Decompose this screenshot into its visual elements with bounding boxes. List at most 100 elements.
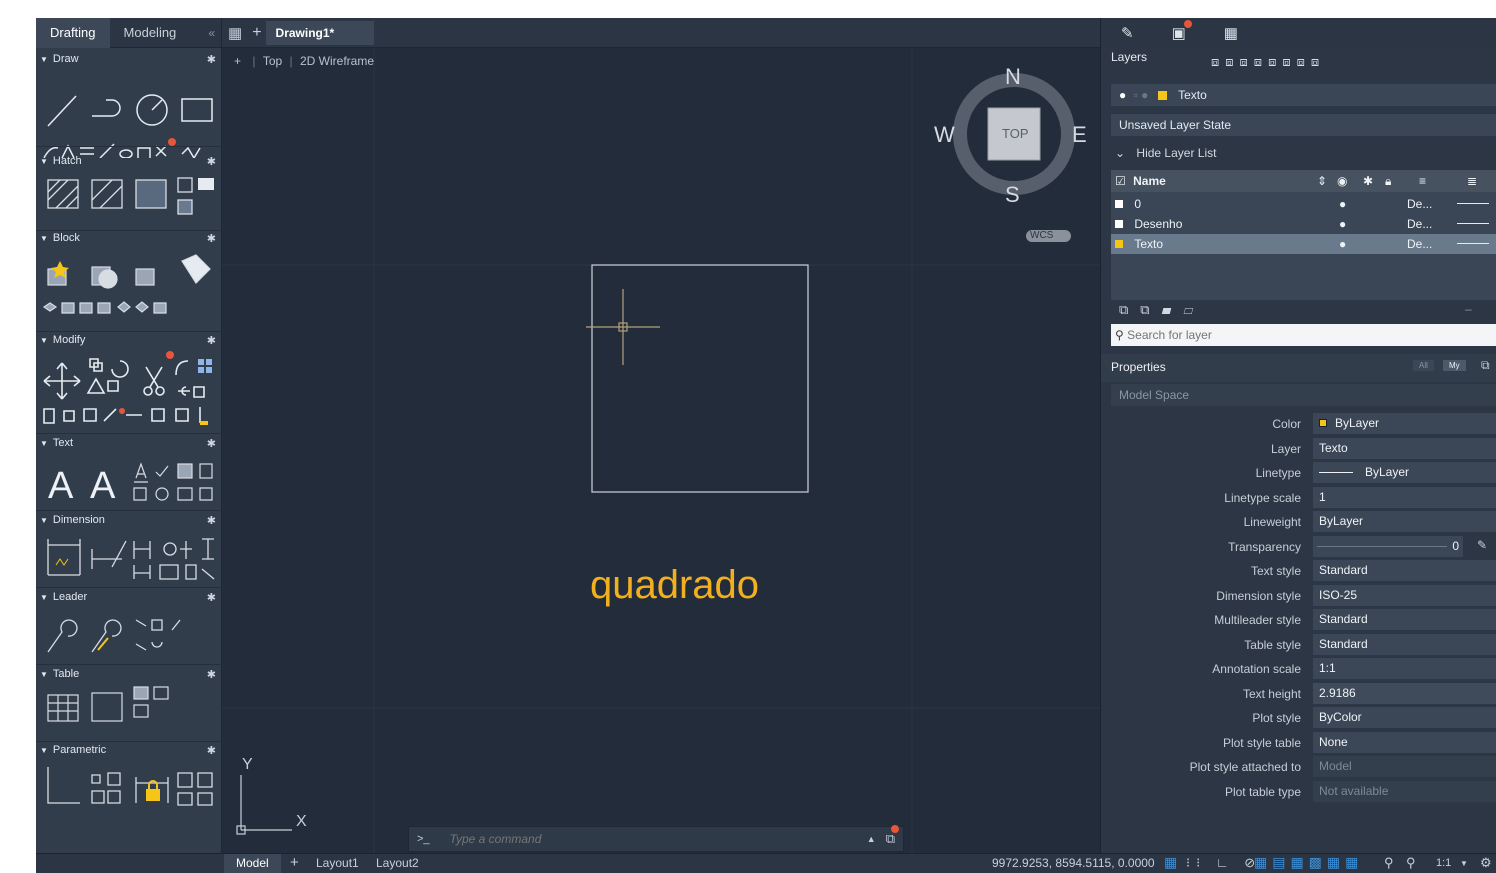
fillet-tool-icon[interactable] [175, 360, 189, 376]
section-block-header[interactable]: ▼ Block ✱ [36, 229, 222, 247]
gear-icon[interactable]: ✱ [207, 334, 216, 347]
prop-value[interactable]: 1 [1313, 487, 1496, 508]
gear-icon[interactable]: ✱ [207, 514, 216, 527]
mtext-tool-icon[interactable]: A [48, 465, 74, 507]
selection-dropdown[interactable]: Model Space [1111, 384, 1496, 406]
command-prompt-icon[interactable]: >_ [417, 833, 430, 845]
grid-toggle-icon[interactable]: ▦ [1164, 854, 1177, 871]
layer-state-dropdown[interactable]: Unsaved Layer State [1111, 114, 1496, 136]
prop-value[interactable]: 1:1 [1313, 658, 1496, 679]
prop-value[interactable]: 2.9186 [1313, 683, 1496, 704]
current-layer-dropdown[interactable]: ● ▫ ● Texto [1111, 84, 1496, 106]
pdf-text-icon[interactable] [199, 463, 213, 479]
layer-tools-icons[interactable]: ⧈⧈⧈⧈⧈⧈⧈⧈ [1211, 54, 1325, 70]
polyline-tool-icon[interactable] [92, 99, 121, 117]
compass-north[interactable]: N [1005, 64, 1021, 90]
add-layout-icon[interactable]: + [290, 854, 299, 871]
dimension-tools-row1-icon[interactable] [133, 538, 214, 560]
data-extraction-icon[interactable] [91, 692, 123, 722]
attribute-icon[interactable] [181, 254, 211, 284]
tab-model[interactable]: Model [224, 854, 281, 873]
text-tools-row2-icon[interactable] [133, 487, 213, 501]
linetype-column-icon[interactable]: ≡ [1419, 170, 1426, 192]
add-leader-icon[interactable] [91, 619, 122, 653]
layer-row[interactable]: Desenho ● De... [1111, 214, 1496, 234]
select-all-checkbox[interactable]: ☑ [1115, 174, 1126, 188]
trim-tool-icon[interactable] [145, 366, 163, 388]
section-hatch-header[interactable]: ▼ Hatch ✱ [36, 152, 222, 170]
cursor-coordinates[interactable]: 9972.9253, 8594.5115, 0.0000 [992, 856, 1155, 870]
edit-icon[interactable]: ✎ [1477, 538, 1487, 552]
layer-linetype[interactable]: De... [1407, 234, 1432, 254]
blocks-tab-icon[interactable]: ▣ [1172, 20, 1192, 42]
compass-west[interactable]: W [934, 122, 955, 148]
download-data-icon[interactable] [133, 704, 149, 718]
section-modify-header[interactable]: ▼ Modify ✱ [36, 331, 222, 349]
rectangle-tool-icon[interactable] [181, 98, 213, 122]
annotation-scale-icon[interactable]: ⚲ [1406, 855, 1416, 871]
layer-row[interactable]: 0 ● De... [1111, 194, 1496, 214]
section-text-header[interactable]: ▼ Text ✱ [36, 434, 222, 452]
wcs-menu[interactable]: WCS [1026, 230, 1072, 242]
prop-value[interactable]: None [1313, 732, 1496, 753]
geometric-constraint-icon[interactable] [47, 767, 80, 804]
gear-icon[interactable]: ✱ [207, 232, 216, 245]
region-tool-icon[interactable] [177, 177, 193, 193]
gear-icon[interactable]: ✱ [207, 591, 216, 604]
layer-visible-icon[interactable]: ● [1339, 194, 1346, 214]
chevron-down-icon[interactable]: ▼ [1460, 859, 1468, 868]
layer-actions-icons[interactable]: ⧉⧉▰▱ [1119, 302, 1205, 318]
compass-east[interactable]: E [1072, 122, 1087, 148]
edit-block-icon[interactable] [135, 268, 155, 286]
section-table-header[interactable]: ▼ Table ✱ [36, 665, 222, 683]
layer-search-box[interactable]: ⚲ [1111, 324, 1496, 346]
command-line[interactable]: >_ ▲ ⧉ [408, 825, 904, 852]
visibility-column-icon[interactable]: ◉ [1337, 170, 1347, 192]
layer-color-swatch[interactable] [1115, 240, 1123, 248]
layer-row-selected[interactable]: Texto ● De... [1111, 234, 1496, 254]
command-history-icon[interactable]: ▲ [867, 834, 876, 844]
move-tool-icon[interactable] [43, 362, 81, 400]
text-align-icon[interactable] [177, 463, 193, 479]
layers-tab-icon[interactable]: ✎ [1121, 24, 1134, 42]
spell-check-icon[interactable] [155, 465, 169, 477]
lock-column-icon[interactable]: 🔒︎ [1385, 170, 1391, 192]
transparency-slider[interactable]: 0 [1313, 536, 1463, 557]
prop-color-value[interactable]: ByLayer [1313, 413, 1496, 434]
prop-value[interactable]: Standard [1313, 560, 1496, 581]
lock-icon[interactable] [146, 789, 160, 801]
gear-icon[interactable]: ✱ [207, 668, 216, 681]
multileader-icon[interactable] [47, 619, 78, 653]
linear-dimension-icon[interactable] [47, 539, 81, 576]
filter-all-button[interactable]: All [1413, 360, 1434, 371]
prop-value[interactable]: ISO-25 [1313, 585, 1496, 606]
minimize-icon[interactable]: – [1465, 302, 1472, 316]
excel-link-icon[interactable] [153, 686, 169, 700]
block-tools-row2-icon[interactable] [42, 301, 167, 314]
layer-search-input[interactable] [1127, 328, 1468, 342]
gear-icon[interactable]: ✱ [207, 437, 216, 450]
constraint-tools-icon[interactable] [91, 772, 121, 804]
tab-layout2[interactable]: Layout2 [376, 856, 419, 870]
gear-icon[interactable]: ✱ [207, 155, 216, 168]
section-leader-header[interactable]: ▼ Leader ✱ [36, 588, 222, 606]
layer-color-swatch[interactable] [1115, 220, 1123, 228]
quadrado-text[interactable]: quadrado [590, 563, 759, 607]
collapse-palette-button[interactable]: « [208, 26, 215, 40]
prop-value[interactable]: Standard [1313, 609, 1496, 630]
status-toggles-icons[interactable]: ▦▤▦▩▦▦ [1254, 854, 1363, 871]
dimension-tools-row2-icon[interactable] [133, 564, 215, 580]
sort-icon[interactable]: ⇕ [1317, 170, 1327, 192]
quick-select-icon[interactable]: ⧉ [1481, 358, 1490, 373]
layer-visible-icon[interactable]: ● [1339, 214, 1346, 234]
hide-layer-list-toggle[interactable]: ⌄ Hide Layer List [1115, 146, 1216, 160]
viewcube[interactable]: N S E W TOP [934, 64, 1087, 208]
section-draw-header[interactable]: ▼ Draw ✱ [36, 50, 222, 68]
drawing-viewport[interactable]: ▦ + Drawing1* + | Top | 2D Wireframe qua… [222, 18, 1100, 853]
viewcube-top-label[interactable]: TOP [1002, 126, 1029, 141]
layer-name-column[interactable]: Name [1133, 174, 1166, 188]
prop-value[interactable]: Texto [1313, 438, 1496, 459]
copy-tool-icon[interactable] [89, 358, 103, 372]
layer-color-swatch[interactable] [1115, 200, 1123, 208]
gear-icon[interactable]: ✱ [207, 744, 216, 757]
